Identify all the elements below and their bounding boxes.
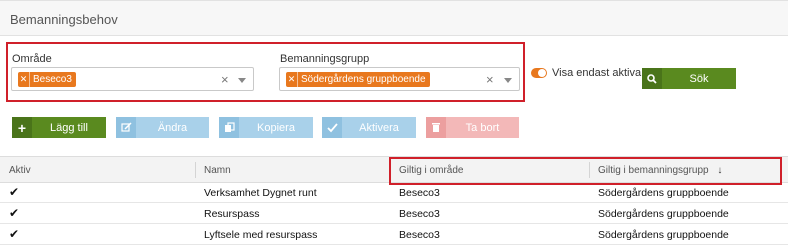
grupp-tag-label: Södergårdens gruppboende	[301, 74, 426, 85]
add-button-label: Lägg till	[50, 121, 88, 134]
active-only-label: Visa endast aktiva	[552, 67, 642, 79]
copy-icon	[219, 117, 239, 138]
grupp-select[interactable]: ✕ Södergårdens gruppboende ×	[279, 67, 520, 91]
column-header-name[interactable]: Namn	[204, 165, 231, 176]
cell-omrade: Beseco3	[399, 229, 440, 241]
column-header-active[interactable]: Aktiv	[9, 165, 31, 176]
column-divider[interactable]	[195, 162, 196, 178]
copy-button[interactable]: Kopiera	[219, 117, 313, 138]
chevron-down-icon[interactable]	[504, 78, 512, 83]
grupp-tag: ✕ Södergårdens gruppboende	[286, 72, 430, 87]
cell-name: Verksamhet Dygnet runt	[204, 187, 317, 199]
clear-icon[interactable]: ×	[486, 72, 494, 87]
cell-grupp: Södergårdens gruppboende	[598, 187, 729, 199]
checkmark-icon: ✔	[9, 185, 20, 199]
cell-grupp: Södergårdens gruppboende	[598, 208, 729, 220]
omrade-tag: ✕ Beseco3	[18, 72, 76, 87]
toggle-knob	[538, 69, 546, 77]
copy-button-label: Kopiera	[257, 121, 295, 134]
search-button-label: Sök	[689, 72, 709, 85]
checkmark-icon: ✔	[9, 206, 20, 220]
clear-icon[interactable]: ×	[221, 72, 229, 87]
plus-icon: +	[12, 117, 32, 138]
checkmark-icon: ✔	[9, 227, 20, 241]
checkmark-icon	[322, 117, 342, 138]
trash-icon	[426, 117, 446, 138]
table-row[interactable]: ✔ Lyftsele med resurspass Beseco3 Söderg…	[0, 225, 788, 245]
omrade-tag-label: Beseco3	[33, 74, 72, 85]
remove-tag-icon[interactable]: ✕	[18, 72, 30, 87]
edit-icon	[116, 117, 136, 138]
cell-name: Lyftsele med resurspass	[204, 229, 318, 241]
search-icon	[642, 68, 662, 89]
activate-button[interactable]: Aktivera	[322, 117, 416, 138]
chevron-down-icon[interactable]	[238, 78, 246, 83]
cell-omrade: Beseco3	[399, 187, 440, 199]
table-row[interactable]: ✔ Resurspass Beseco3 Södergårdens gruppb…	[0, 204, 788, 224]
delete-button[interactable]: Ta bort	[426, 117, 519, 138]
add-button[interactable]: + Lägg till	[12, 117, 106, 138]
active-only-toggle[interactable]	[531, 68, 547, 78]
edit-button[interactable]: Ändra	[116, 117, 209, 138]
search-button[interactable]: Sök	[642, 68, 736, 89]
cell-grupp: Södergårdens gruppboende	[598, 229, 729, 241]
panel-header: Bemanningsbehov	[0, 0, 788, 36]
cell-name: Resurspass	[204, 208, 260, 220]
delete-button-label: Ta bort	[465, 121, 500, 134]
page-title: Bemanningsbehov	[10, 12, 118, 27]
remove-tag-icon[interactable]: ✕	[286, 72, 298, 87]
omrade-label: Område	[12, 53, 52, 65]
edit-button-label: Ändra	[157, 121, 188, 134]
grupp-label: Bemanningsgrupp	[280, 53, 370, 65]
column-highlight-box	[389, 157, 782, 185]
activate-button-label: Aktivera	[359, 121, 399, 134]
omrade-select[interactable]: ✕ Beseco3 ×	[11, 67, 254, 91]
cell-omrade: Beseco3	[399, 208, 440, 220]
table-row[interactable]: ✔ Verksamhet Dygnet runt Beseco3 Södergå…	[0, 183, 788, 203]
